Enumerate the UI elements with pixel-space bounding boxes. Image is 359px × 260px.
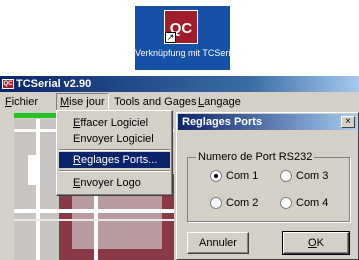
desktop-shortcut[interactable]: QC ↗ Verknüpfung mit TCSerial.exe [135,6,230,70]
radio-checked-icon [210,170,222,182]
menu-separator [59,149,170,151]
window-title: TCSerial v2.90 [16,78,92,90]
radio-unchecked-icon [210,197,222,209]
dialog-titlebar[interactable]: Reglages Ports × [178,114,357,130]
menu-separator [59,170,170,172]
window-titlebar[interactable]: QC TCSerial v2.90 [0,76,359,92]
shortcut-arrow-icon: ↗ [165,32,176,43]
menubar: Fichier Mise jour Tools and Gages Langag… [0,93,359,111]
cancel-button[interactable]: Annuler [187,232,249,254]
close-icon[interactable]: × [341,116,355,128]
port-groupbox: Numero de Port RS232 Com 1 Com 3 Com 2 C… [187,150,350,222]
port-group-label: Numero de Port RS232 [196,150,315,164]
radio-unchecked-icon [280,170,292,182]
shortcut-label: Verknüpfung mit TCSerial.exe [135,48,230,58]
menu-item-reglages-ports[interactable]: Reglages Ports... [59,152,170,168]
menu-tools-and-gages[interactable]: Tools and Gages [111,93,200,111]
reglages-ports-dialog: Reglages Ports × Numero de Port RS232 Co… [176,112,359,260]
ok-button[interactable]: OK [282,231,350,255]
app-icon: QC [2,79,14,89]
progress-bar [14,113,58,118]
menu-langage[interactable]: Langage [195,93,244,111]
menu-item-envoyer-logo[interactable]: Envoyer Logo [59,175,170,191]
mise-jour-dropdown: Effacer Logiciel Envoyer Logiciel Reglag… [56,110,173,196]
radio-unchecked-icon [280,197,292,209]
menu-item-effacer-logiciel[interactable]: Effacer Logiciel [59,115,170,131]
menu-fichier[interactable]: Fichier [2,93,41,111]
menu-mise-jour[interactable]: Mise jour [56,93,109,111]
menu-item-envoyer-logiciel[interactable]: Envoyer Logiciel [59,131,170,147]
dialog-title: Reglages Ports [182,116,263,128]
